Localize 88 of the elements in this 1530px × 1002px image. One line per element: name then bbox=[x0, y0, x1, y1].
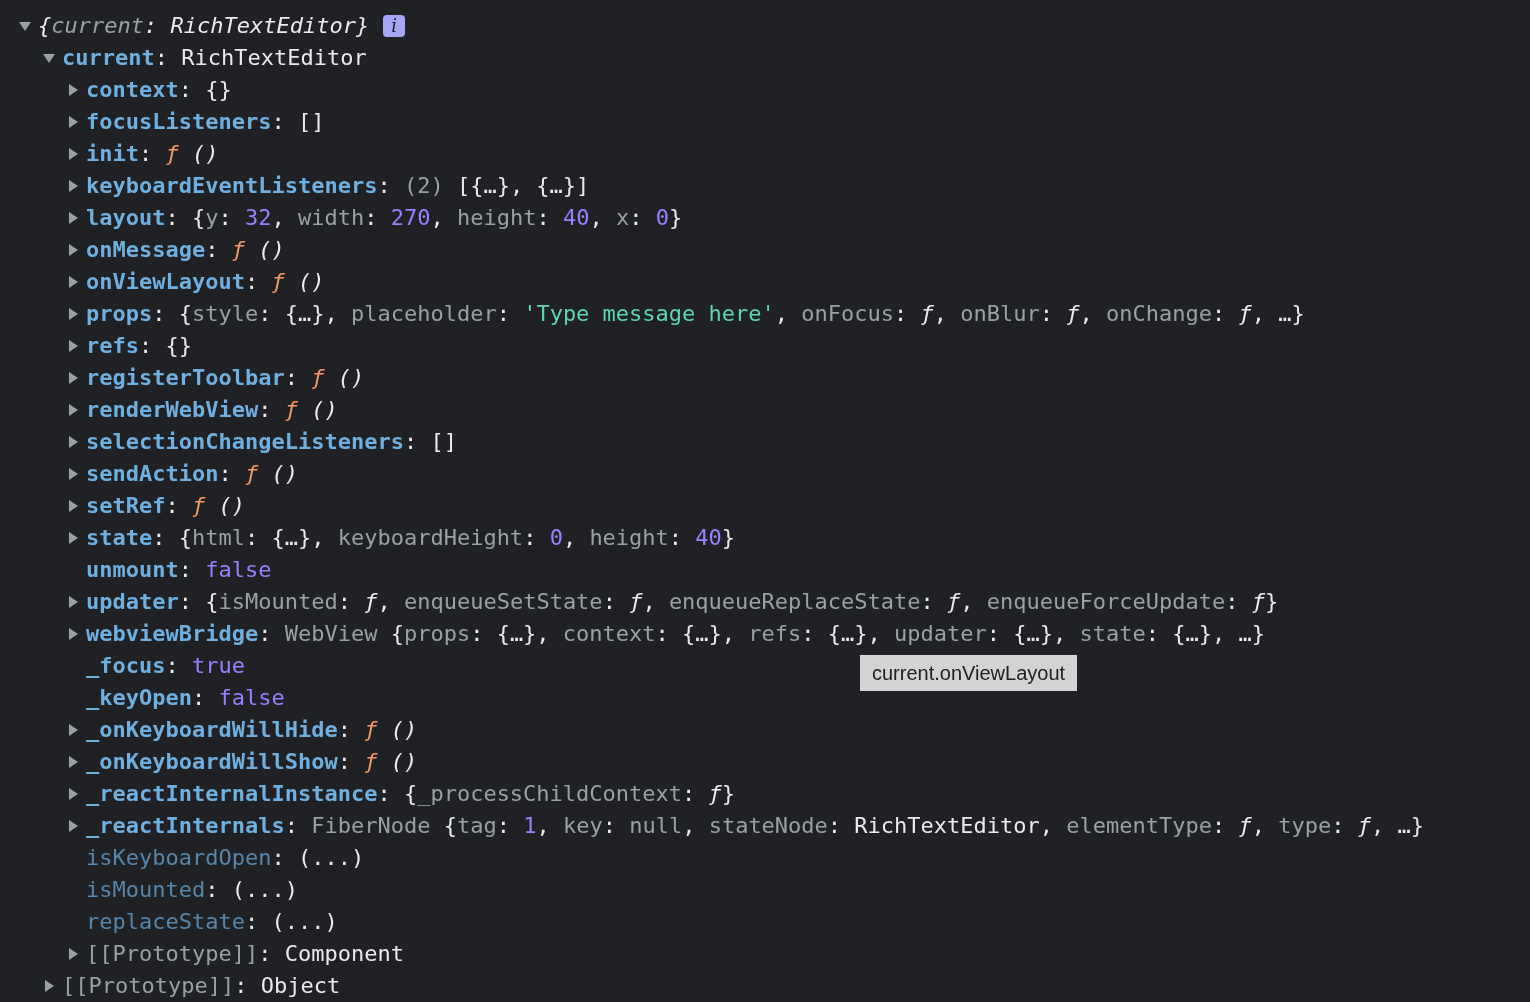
object-summary: {current: RichTextEditor} bbox=[38, 12, 370, 40]
property-value: : {y: 32, width: 270, height: 40, x: 0} bbox=[165, 204, 683, 232]
expand-arrow-icon[interactable] bbox=[67, 788, 79, 800]
property-value: : false bbox=[178, 556, 272, 584]
property-key: _focus bbox=[86, 650, 166, 682]
property-key: sendAction bbox=[86, 458, 219, 490]
expand-arrow-icon[interactable] bbox=[67, 724, 79, 736]
property-key: isMounted bbox=[86, 874, 206, 906]
expand-arrow-icon[interactable] bbox=[67, 372, 79, 384]
property-key: onViewLayout bbox=[86, 266, 245, 298]
property-value: : (...) bbox=[244, 908, 338, 936]
property-value: : ƒ () bbox=[165, 492, 245, 520]
property-value: : ƒ () bbox=[218, 460, 298, 488]
property-key: props bbox=[86, 298, 153, 330]
property-key: webviewBridge bbox=[86, 618, 259, 650]
property-value: : true bbox=[165, 652, 245, 680]
property-key: [[Prototype]] bbox=[86, 938, 259, 970]
property-key: _onKeyboardWillShow bbox=[86, 746, 338, 778]
expand-arrow-icon[interactable] bbox=[67, 596, 79, 608]
property-key: current bbox=[62, 42, 155, 74]
property-value: : {} bbox=[139, 332, 192, 360]
property-value: : [] bbox=[271, 108, 325, 136]
property-key: selectionChangeListeners bbox=[86, 426, 404, 458]
property-value: : ƒ () bbox=[244, 268, 325, 296]
property-key: registerToolbar bbox=[86, 362, 285, 394]
expand-arrow-icon[interactable] bbox=[67, 276, 79, 288]
expand-arrow-icon[interactable] bbox=[67, 628, 79, 640]
property-key: _keyOpen bbox=[86, 682, 192, 714]
property-value: : ƒ () bbox=[337, 716, 418, 744]
info-badge[interactable]: i bbox=[383, 15, 406, 37]
property-value: : Component bbox=[258, 940, 404, 968]
expand-arrow-icon[interactable] bbox=[67, 468, 79, 480]
property-key: unmount bbox=[86, 554, 179, 586]
property-key: context bbox=[86, 74, 179, 106]
property-key: onMessage bbox=[86, 234, 206, 266]
expand-arrow-icon[interactable] bbox=[67, 148, 79, 160]
expand-arrow-icon[interactable] bbox=[67, 212, 79, 224]
property-key: refs bbox=[86, 330, 139, 362]
expand-arrow-icon[interactable] bbox=[67, 244, 79, 256]
expand-arrow-icon[interactable] bbox=[67, 180, 79, 192]
expand-arrow-icon[interactable] bbox=[67, 820, 79, 832]
property-value: : WebView {props: {…}, context: {…}, refs: {…}, updater: {…}, state: {…}, …} bbox=[258, 620, 1265, 648]
property-key: updater bbox=[86, 586, 179, 618]
property-key: [[Prototype]] bbox=[62, 970, 235, 1002]
property-value: : (2) [{…}, {…}] bbox=[377, 172, 590, 200]
property-key: keyboardEventListeners bbox=[86, 170, 378, 202]
property-key: layout bbox=[86, 202, 166, 234]
expand-arrow-icon[interactable] bbox=[67, 532, 79, 544]
property-key: _reactInternals bbox=[86, 810, 285, 842]
expand-arrow-icon[interactable] bbox=[67, 948, 79, 960]
property-value: : RichTextEditor bbox=[154, 44, 367, 72]
property-value: : ƒ () bbox=[205, 236, 285, 264]
property-value: : FiberNode {tag: 1, key: null, stateNode: RichTextEditor, elementType: ƒ, type: ƒ, …} bbox=[284, 812, 1424, 840]
property-key: state bbox=[86, 522, 153, 554]
property-value: : false bbox=[191, 684, 285, 712]
property-value: : ƒ () bbox=[139, 140, 219, 168]
property-key: init bbox=[86, 138, 139, 170]
expand-arrow-icon[interactable] bbox=[67, 308, 79, 320]
collapse-arrow-icon[interactable] bbox=[19, 20, 31, 32]
expand-arrow-icon[interactable] bbox=[67, 84, 79, 96]
property-key: _onKeyboardWillHide bbox=[86, 714, 338, 746]
property-key: _reactInternalInstance bbox=[86, 778, 378, 810]
property-value: : Object bbox=[234, 972, 341, 1000]
expand-arrow-icon[interactable] bbox=[67, 404, 79, 416]
property-key: focusListeners bbox=[86, 106, 272, 138]
expand-arrow-icon[interactable] bbox=[67, 340, 79, 352]
property-value: : {_processChildContext: ƒ} bbox=[377, 780, 736, 808]
expand-arrow-icon[interactable] bbox=[67, 116, 79, 128]
property-key: renderWebView bbox=[86, 394, 259, 426]
property-value: : {html: {…}, keyboardHeight: 0, height: 40} bbox=[152, 524, 736, 552]
property-value: : (...) bbox=[271, 844, 365, 872]
expand-arrow-icon[interactable] bbox=[67, 436, 79, 448]
expand-arrow-icon[interactable] bbox=[67, 756, 79, 768]
property-key: setRef bbox=[86, 490, 166, 522]
property-value: : {} bbox=[178, 76, 232, 104]
property-value: : ƒ () bbox=[258, 396, 338, 424]
expand-arrow-icon[interactable] bbox=[67, 500, 79, 512]
property-value: : (...) bbox=[205, 876, 298, 904]
property-value: : ƒ () bbox=[337, 748, 418, 776]
property-value: : {isMounted: ƒ, enqueueSetState: ƒ, enqueueReplaceState: ƒ, enqueueForceUpdate: ƒ} bbox=[178, 588, 1279, 616]
property-value: : {style: {…}, placeholder: 'Type message here', onFocus: ƒ, onBlur: ƒ, onChange: ƒ, …} bbox=[152, 300, 1305, 328]
property-value: : [] bbox=[403, 428, 457, 456]
tooltip: current.onViewLayout bbox=[860, 655, 1078, 691]
collapse-arrow-icon[interactable] bbox=[43, 52, 55, 64]
property-value: : ƒ () bbox=[284, 364, 365, 392]
property-key: isKeyboardOpen bbox=[86, 842, 272, 874]
expand-arrow-icon[interactable] bbox=[43, 980, 55, 992]
property-key: replaceState bbox=[86, 906, 245, 938]
